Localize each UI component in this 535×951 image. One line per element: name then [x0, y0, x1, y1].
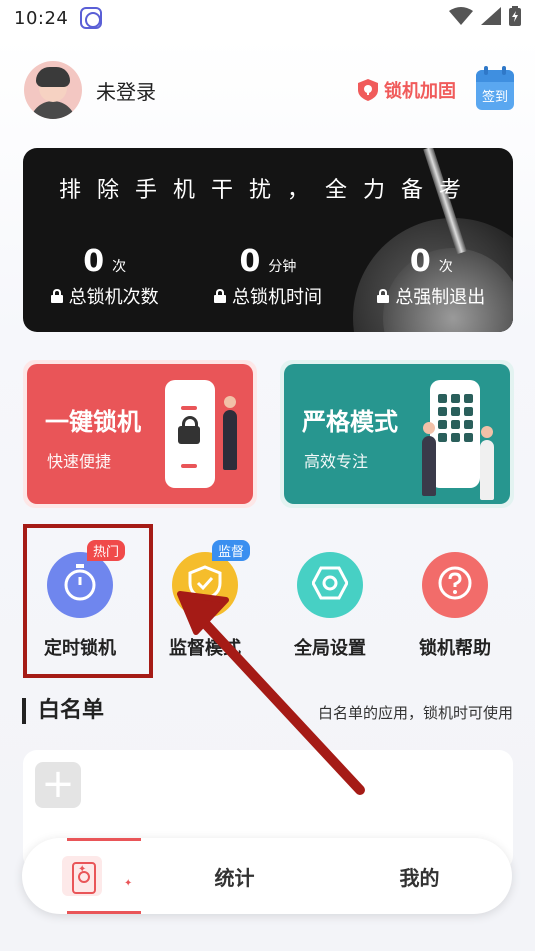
card-subtitle: 高效专注 — [304, 452, 369, 471]
tab-mine[interactable]: 我的 — [327, 838, 512, 914]
feature-label: 监督模式 — [169, 638, 241, 659]
feature-label: 全局设置 — [294, 638, 366, 659]
stat-label: 总锁机时间 — [231, 287, 322, 308]
login-status-text[interactable]: 未登录 — [96, 76, 156, 105]
lock-icon — [377, 289, 390, 303]
stat-value: 0 — [83, 244, 105, 279]
feature-icon-circle — [297, 552, 363, 618]
status-bar: 10:24 — [0, 0, 535, 36]
supervise-badge: 监督 — [211, 540, 250, 561]
profile-header: 未登录 锁机加固 签到 — [24, 60, 514, 120]
stat-label: 总强制退出 — [395, 287, 486, 308]
stat-label: 总锁机次数 — [68, 287, 159, 308]
strict-mode-card[interactable]: 严格模式 高效专注 — [280, 360, 514, 508]
person-illustration — [480, 426, 494, 500]
hex-settings-icon — [311, 566, 349, 604]
lock-icon — [50, 289, 63, 303]
one-key-lock-card[interactable]: 一键锁机 快速便捷 — [23, 360, 257, 508]
active-indicator — [67, 838, 141, 841]
feature-lock-help[interactable]: 锁机帮助 — [400, 552, 510, 660]
stat-total-lock-time: 0 分钟 总锁机时间 — [186, 244, 349, 309]
highlight-box — [23, 524, 153, 678]
feature-icon-circle — [422, 552, 488, 618]
signal-icon — [481, 7, 501, 29]
feature-global-settings[interactable]: 全局设置 — [275, 552, 385, 660]
stat-value: 0 — [409, 244, 431, 279]
question-icon — [437, 565, 473, 605]
checkin-button[interactable]: 签到 — [476, 66, 514, 110]
feature-label: 锁机帮助 — [419, 638, 491, 659]
checkin-label: 签到 — [481, 90, 508, 105]
feature-icon-circle — [172, 552, 238, 618]
stat-unit: 次 — [112, 259, 127, 275]
banner-slogan: 排除手机干扰，全力备考 — [58, 178, 477, 203]
stat-value: 0 — [239, 244, 261, 279]
bottom-tabbar: ✦ ✦ 统计 我的 — [22, 838, 512, 914]
whitelist-description: 白名单的应用，锁机时可使用 — [317, 704, 513, 722]
avatar[interactable] — [24, 61, 82, 119]
phone-lock-icon — [62, 856, 102, 896]
stat-unit: 次 — [438, 259, 453, 275]
card-subtitle: 快速便捷 — [47, 452, 112, 471]
person-illustration — [422, 422, 436, 496]
feature-supervise-mode[interactable]: 监督 监督模式 — [150, 540, 260, 660]
whitelist-title: 白名单 — [22, 698, 104, 724]
lock-icon — [213, 289, 226, 303]
shield-check-icon — [188, 565, 222, 605]
stat-total-force-exit: 0次 总强制退出 — [350, 244, 513, 309]
stats-row: 0次 总锁机次数 0 分钟 总锁机时间 0次 总强制退出 — [23, 244, 513, 309]
lock-reinforce-label: 锁机加固 — [384, 81, 456, 102]
active-indicator — [67, 911, 141, 914]
tab-stats[interactable]: 统计 — [142, 838, 327, 914]
battery-icon — [509, 6, 521, 30]
lock-reinforce-button[interactable]: 锁机加固 — [358, 77, 456, 103]
stats-banner: 排除手机干扰，全力备考 0次 总锁机次数 0 分钟 总锁机时间 0次 总强制退出 — [23, 148, 513, 332]
card-title: 一键锁机 — [45, 408, 141, 436]
stat-unit: 分钟 — [268, 259, 297, 275]
wifi-icon — [449, 7, 473, 29]
shield-icon — [358, 79, 378, 101]
tab-home[interactable]: ✦ ✦ — [22, 838, 142, 914]
phone-lock-illustration — [165, 380, 215, 488]
add-app-button[interactable]: + — [35, 762, 81, 808]
person-illustration — [223, 396, 237, 470]
vpn-app-icon — [80, 7, 103, 29]
stat-total-lock-count: 0次 总锁机次数 — [23, 244, 186, 309]
status-indicators — [449, 6, 521, 30]
status-time: 10:24 — [14, 7, 69, 29]
phone-apps-illustration — [430, 380, 480, 488]
card-title: 严格模式 — [302, 408, 398, 436]
